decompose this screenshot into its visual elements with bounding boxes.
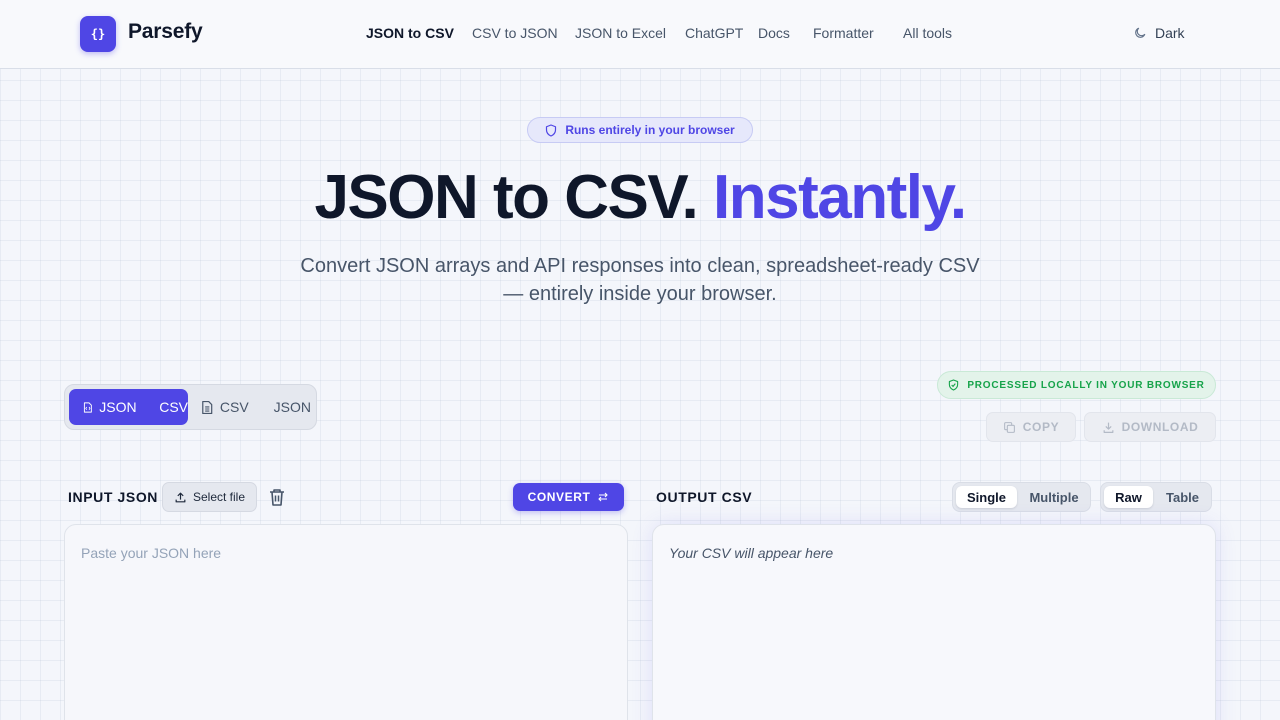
- download-icon: [1103, 422, 1114, 433]
- download-button[interactable]: DOWNLOAD: [1084, 412, 1216, 442]
- trash-icon[interactable]: [269, 488, 285, 506]
- nav-formatter[interactable]: Formatter: [813, 25, 874, 41]
- json-input-editor[interactable]: Paste your JSON here: [64, 524, 628, 720]
- output-mode-toggle: Single Multiple: [952, 482, 1091, 512]
- output-view-toggle: Raw Table: [1100, 482, 1212, 512]
- hero-subtitle: Convert JSON arrays and API responses in…: [300, 255, 980, 305]
- json-input-placeholder: Paste your JSON here: [81, 545, 222, 561]
- local-processing-badge: PROCESSED LOCALLY IN YOUR BROWSER: [937, 371, 1216, 399]
- file-text-icon: [202, 400, 213, 414]
- mode-to-label: JSON: [273, 399, 311, 415]
- mode-csv-to-json[interactable]: CSV JSON: [201, 389, 311, 425]
- option-multiple[interactable]: Multiple: [1019, 486, 1089, 508]
- download-label: DOWNLOAD: [1121, 420, 1199, 434]
- mode-from-label: CSV: [219, 399, 249, 415]
- copy-button[interactable]: COPY: [986, 412, 1076, 442]
- nav-docs[interactable]: Docs: [758, 25, 790, 41]
- hero-title-accent: Instantly.: [713, 163, 967, 232]
- brand-name[interactable]: Parsefy: [128, 20, 203, 44]
- local-processing-label: PROCESSED LOCALLY IN YOUR BROWSER: [967, 379, 1205, 391]
- upload-icon: [175, 492, 186, 502]
- logo-icon[interactable]: {}: [80, 16, 116, 52]
- theme-toggle-label: Dark: [1155, 25, 1185, 41]
- copy-icon: [1003, 421, 1015, 433]
- conversion-mode-switch: JSON CSV CSV JSON: [64, 384, 317, 430]
- shield-icon: [546, 123, 557, 137]
- select-file-button[interactable]: Select file: [162, 482, 257, 512]
- mode-from-label: JSON: [99, 399, 137, 415]
- convert-label: CONVERT: [527, 490, 591, 504]
- shield-check-icon: [949, 379, 959, 391]
- browser-only-badge: Runs entirely in your browser: [527, 117, 753, 143]
- option-table[interactable]: Table: [1155, 486, 1210, 508]
- nav-csv-to-json[interactable]: CSV to JSON: [472, 25, 558, 41]
- nav-json-to-excel[interactable]: JSON to Excel: [575, 25, 666, 41]
- badge-label: Runs entirely in your browser: [565, 123, 735, 137]
- option-single[interactable]: Single: [956, 486, 1017, 508]
- copy-label: COPY: [1022, 420, 1060, 434]
- csv-output-placeholder: Your CSV will appear here: [669, 545, 834, 561]
- option-raw[interactable]: Raw: [1104, 486, 1153, 508]
- select-file-label: Select file: [192, 490, 246, 504]
- moon-icon: [1135, 27, 1146, 38]
- convert-button[interactable]: CONVERT: [513, 483, 624, 511]
- top-nav-bar: {} Parsefy JSON to CSV CSV to JSON JSON …: [0, 0, 1280, 69]
- nav-json-to-csv[interactable]: JSON to CSV: [366, 25, 454, 41]
- nav-all-tools[interactable]: All tools: [903, 25, 952, 41]
- file-code-icon: [83, 401, 92, 413]
- swap-arrows-icon: [598, 492, 609, 502]
- output-panel-label: OUTPUT CSV: [656, 489, 753, 505]
- nav-chatgpt[interactable]: ChatGPT: [685, 25, 743, 41]
- mode-json-to-csv[interactable]: JSON CSV: [69, 389, 188, 425]
- hero-title: JSON to CSV. Instantly.: [0, 160, 1280, 236]
- theme-toggle-button[interactable]: Dark: [1133, 25, 1185, 41]
- hero-title-main: JSON to CSV.: [314, 163, 698, 232]
- csv-output-editor[interactable]: Your CSV will appear here: [652, 524, 1216, 720]
- input-panel-label: INPUT JSON: [68, 489, 159, 505]
- mode-to-label: CSV: [159, 399, 188, 415]
